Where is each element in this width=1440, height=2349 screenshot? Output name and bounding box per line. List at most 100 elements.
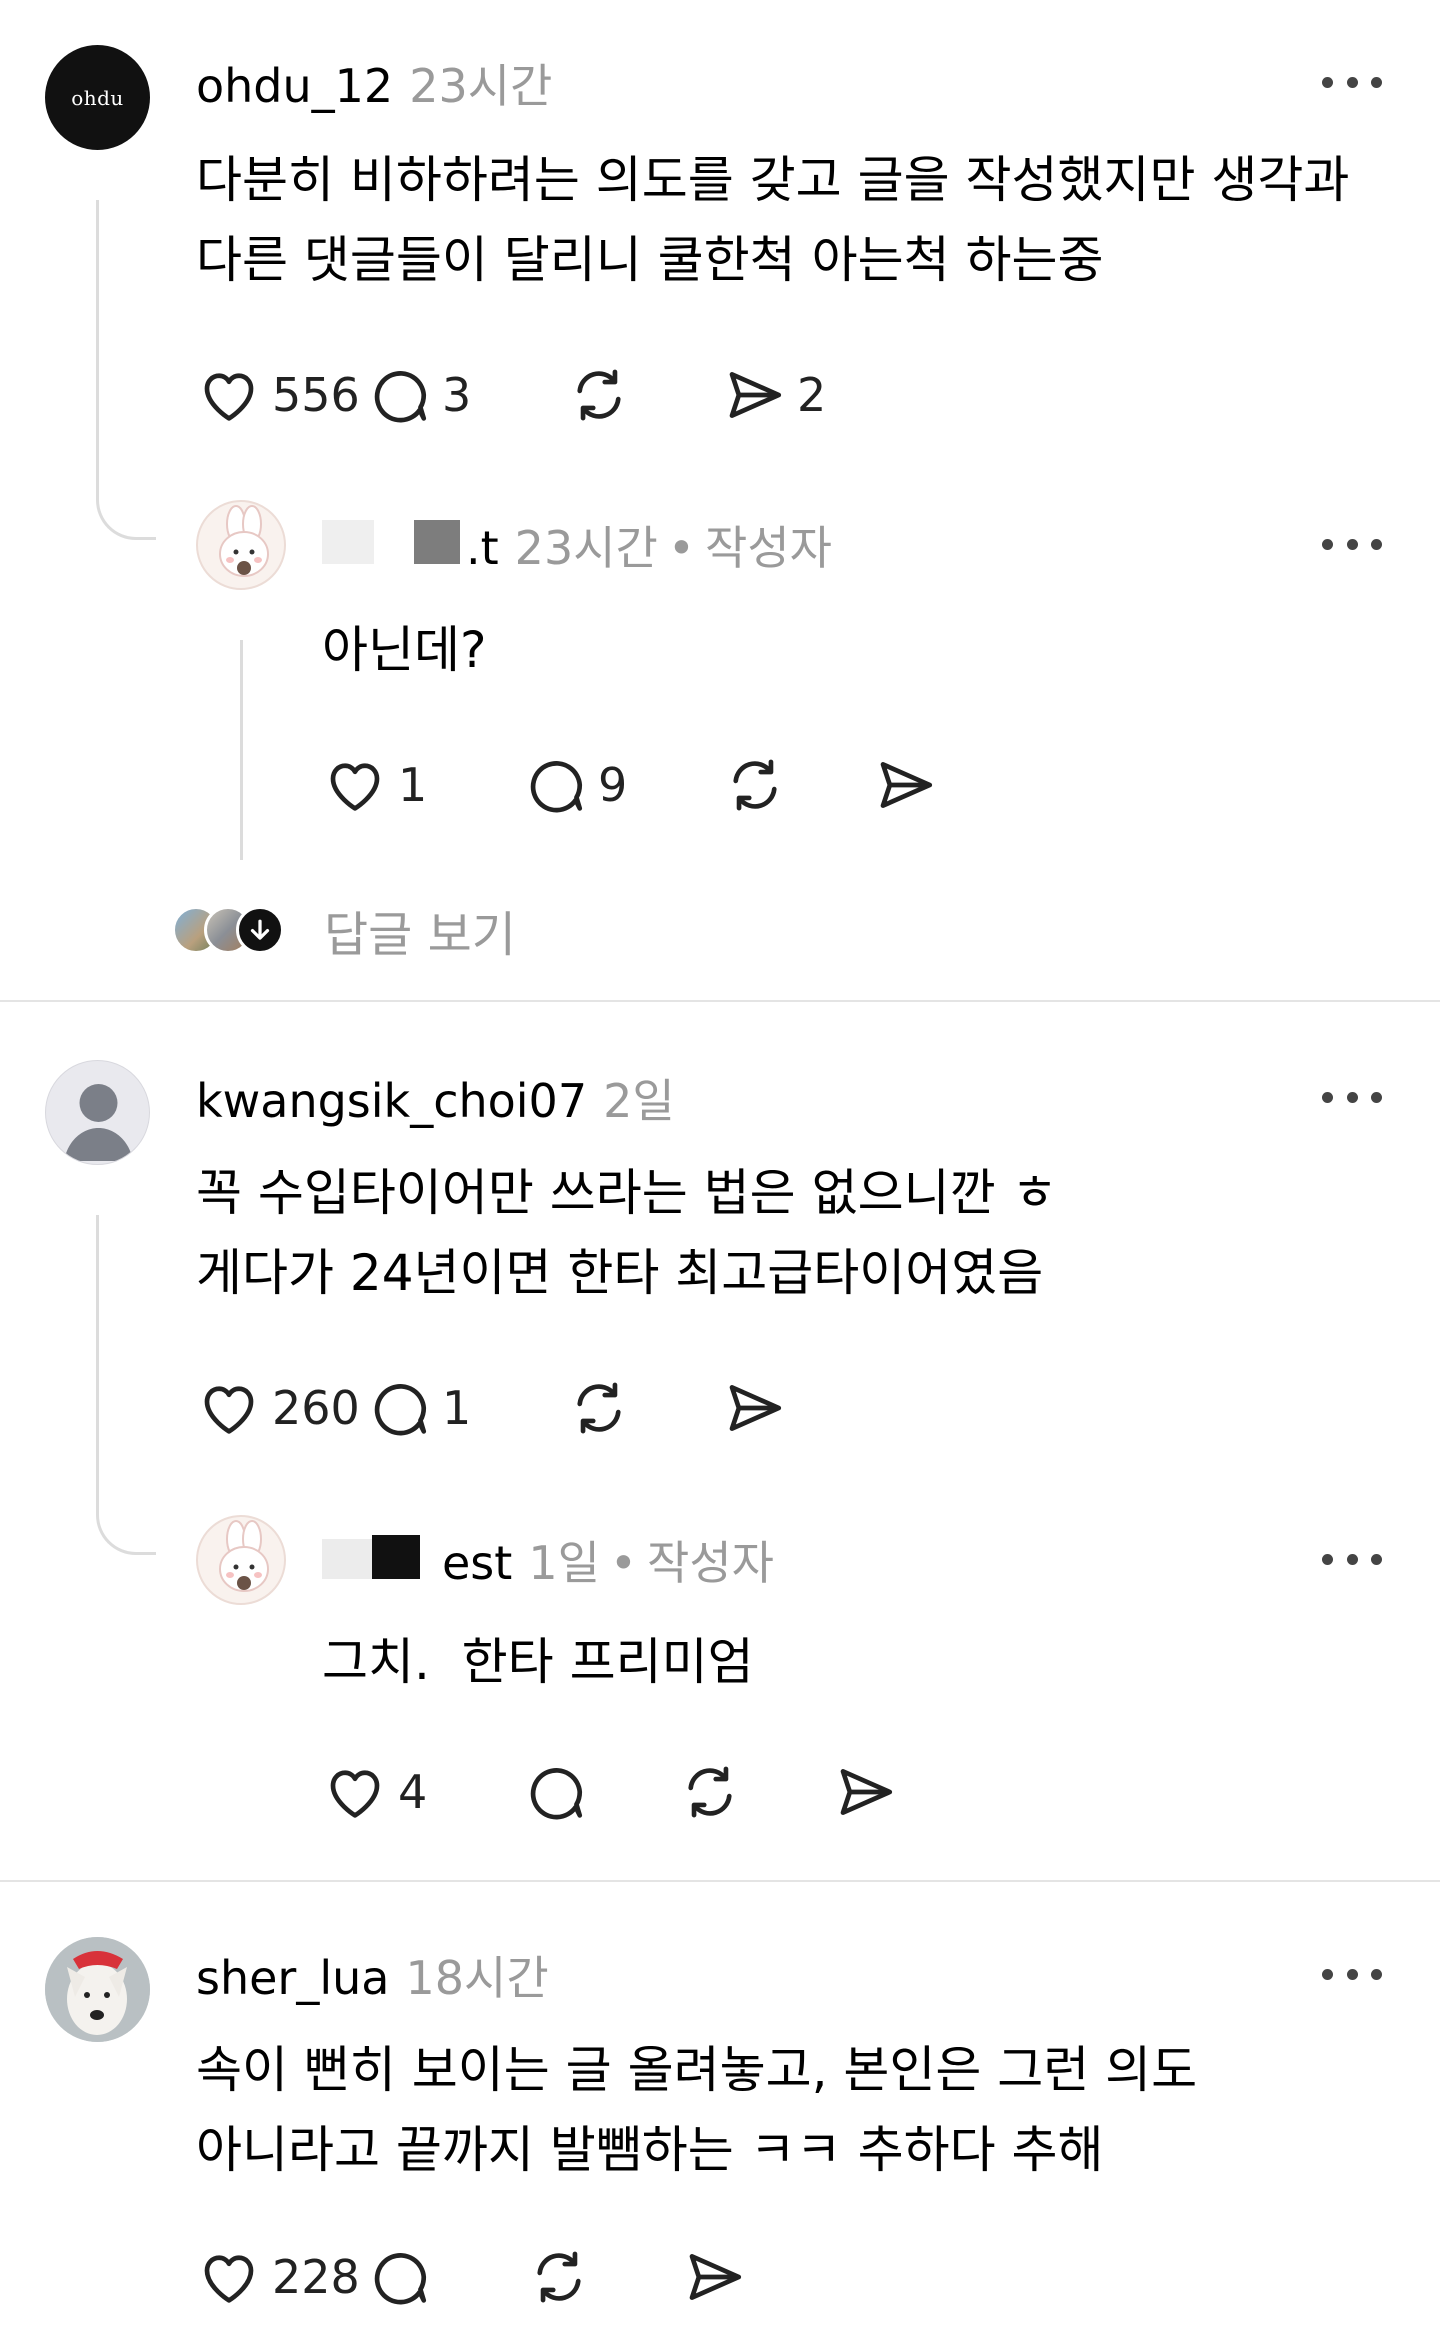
comment-text-line: 게다가 24년이면 한타 최고급타이어였음	[196, 1244, 1044, 1302]
username[interactable]: sher_lua	[196, 1951, 389, 2005]
bunny-avatar-icon	[219, 1520, 269, 1592]
see-replies-row[interactable]: 답글 보기	[172, 895, 516, 965]
repost-button[interactable]	[722, 752, 872, 818]
reply-text: 아닌데?	[322, 621, 487, 679]
send-icon	[689, 2254, 742, 2300]
separator-dot: •	[609, 1536, 638, 1590]
repost-icon	[688, 1766, 732, 1818]
like-button[interactable]: 228	[196, 2244, 366, 2310]
comment-button[interactable]: 9	[522, 752, 722, 818]
send-icon	[880, 762, 933, 808]
action-bar: 260 1	[196, 1373, 787, 1443]
like-count: 228	[272, 2250, 360, 2304]
reply-header: est 1일 • 작성자	[322, 1527, 774, 1593]
more-options-icon[interactable]	[1322, 1549, 1382, 1569]
comment-count: 3	[442, 368, 472, 422]
comment-bubble-icon	[374, 2253, 427, 2305]
heart-icon	[204, 2255, 254, 2303]
more-options-icon[interactable]	[1322, 534, 1382, 554]
repost-icon	[577, 1382, 621, 1434]
like-count: 1	[398, 758, 428, 812]
comment-button[interactable]: 1	[366, 1375, 566, 1441]
share-button[interactable]	[681, 2244, 747, 2310]
action-bar: 556 3 2	[196, 360, 826, 430]
share-button[interactable]	[872, 752, 938, 818]
timestamp: 23시간	[409, 59, 553, 113]
username[interactable]: est	[442, 1536, 512, 1590]
comment-bubble-icon	[374, 1384, 427, 1436]
comment-count: 1	[442, 1381, 472, 1435]
avatar-reply-author[interactable]	[196, 1515, 286, 1605]
like-count: 556	[272, 368, 360, 422]
comment-header: sher_lua 18시간	[196, 1942, 549, 2008]
thread-line	[96, 1215, 156, 1555]
send-icon	[729, 372, 782, 418]
username[interactable]: kwangsik_choi07	[196, 1074, 587, 1128]
comment-button[interactable]	[366, 2244, 526, 2310]
comment-divider	[0, 1880, 1440, 1882]
share-button[interactable]	[721, 1375, 787, 1441]
avatar-reply-author[interactable]	[196, 500, 286, 590]
comment-divider	[0, 1000, 1440, 1002]
repost-button[interactable]	[566, 1375, 721, 1441]
share-button[interactable]: 2	[721, 362, 826, 428]
more-options-icon[interactable]	[1322, 72, 1382, 92]
comment-text-line: 아니라고 끝까지 발뺌하는 ㅋㅋ 추하다 추해	[196, 2121, 1104, 2179]
avatar-sher_lua[interactable]	[45, 1937, 150, 2042]
thread-line	[96, 200, 156, 540]
heart-icon	[330, 1770, 380, 1818]
timestamp: 18시간	[405, 1951, 549, 2005]
send-icon	[729, 1385, 782, 1431]
default-user-icon	[64, 1084, 133, 1161]
timestamp: 23시간	[514, 521, 658, 575]
comment-bubble-icon	[374, 371, 427, 423]
repost-button[interactable]	[526, 2244, 681, 2310]
see-replies-link[interactable]: 답글 보기	[324, 895, 516, 965]
comment-text-line: 다분히 비하하려는 의도를 갖고 글을 작성했지만 생각과	[196, 151, 1350, 209]
like-button[interactable]: 260	[196, 1375, 366, 1441]
repost-icon	[733, 759, 777, 811]
comment-header: kwangsik_choi07 2일	[196, 1065, 675, 1131]
comment-button[interactable]	[522, 1759, 677, 1825]
like-button[interactable]: 556	[196, 362, 366, 428]
action-bar: 228	[196, 2242, 747, 2312]
expand-arrow-icon[interactable]	[236, 906, 284, 954]
comment-text-line: 속이 뻔히 보이는 글 올려놓고, 본인은 그런 의도	[196, 2041, 1198, 2099]
like-count: 260	[272, 1381, 360, 1435]
comment-header: ohdu_12 23시간	[196, 50, 552, 116]
repost-button[interactable]	[566, 362, 721, 428]
author-badge: 작성자	[705, 521, 832, 575]
redacted-username	[322, 520, 374, 564]
heart-icon	[204, 373, 254, 421]
repost-icon	[537, 2251, 581, 2303]
redacted-username	[322, 1539, 372, 1579]
bunny-avatar-icon	[219, 505, 269, 577]
timestamp: 1일	[528, 1536, 600, 1590]
dog-photo-icon	[45, 1937, 150, 2042]
avatar-logo-text: ohdu	[71, 85, 124, 110]
timestamp: 2일	[603, 1074, 675, 1128]
username[interactable]: ohdu_12	[196, 59, 393, 113]
author-badge: 작성자	[647, 1536, 775, 1590]
heart-icon	[204, 1386, 254, 1434]
avatar-kwangsik_choi07[interactable]	[45, 1060, 150, 1165]
username[interactable]: .t	[466, 521, 499, 575]
comment-bubble-icon	[530, 761, 583, 813]
reply-text: 그치. 한타 프리미엄	[322, 1633, 754, 1691]
like-button[interactable]: 4	[322, 1759, 522, 1825]
more-options-icon[interactable]	[1322, 1964, 1382, 1984]
like-button[interactable]: 1	[322, 752, 522, 818]
heart-icon	[330, 763, 380, 811]
comment-bubble-icon	[530, 1768, 583, 1820]
share-count: 2	[797, 368, 827, 422]
reply-action-bar: 1 9	[322, 750, 938, 820]
more-options-icon[interactable]	[1322, 1087, 1382, 1107]
repost-button[interactable]	[677, 1759, 832, 1825]
separator-dot: •	[667, 521, 695, 575]
comment-button[interactable]: 3	[366, 362, 566, 428]
reply-header: .t 23시간 • 작성자	[322, 512, 832, 578]
share-button[interactable]	[832, 1759, 898, 1825]
avatar-ohdu_12[interactable]: ohdu	[45, 45, 150, 150]
send-icon	[840, 1769, 893, 1815]
redacted-username	[414, 520, 460, 564]
